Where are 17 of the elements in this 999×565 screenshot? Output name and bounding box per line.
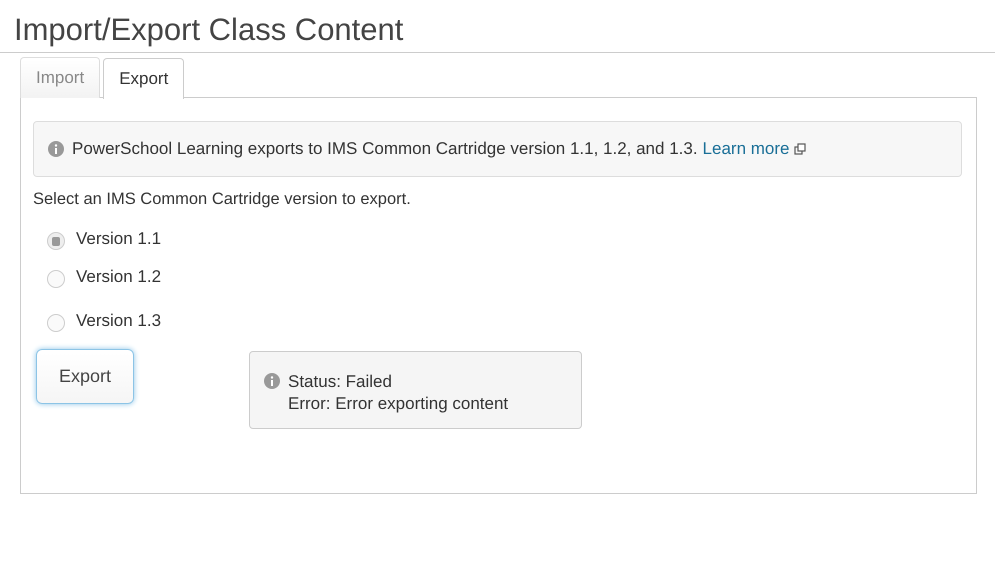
learn-more-link[interactable]: Learn more (702, 139, 790, 159)
export-button[interactable]: Export (36, 349, 134, 404)
radio-button[interactable] (47, 270, 65, 288)
info-icon (48, 141, 64, 157)
status-text: Status: Failed (288, 371, 393, 393)
instruction-text: Select an IMS Common Cartridge version to export. (33, 190, 412, 209)
info-icon (264, 373, 280, 389)
external-link-icon (794, 143, 806, 155)
radio-label: Version 1.3 (76, 311, 162, 331)
page-title: Import/Export Class Content (0, 0, 995, 53)
tab[interactable]: Export (103, 58, 184, 99)
status-text: Error: Error exporting content (288, 393, 508, 415)
radio-label: Version 1.1 (76, 229, 162, 249)
radio-button[interactable] (47, 232, 65, 250)
radio-button[interactable] (47, 314, 65, 332)
radio-label: Version 1.2 (76, 267, 162, 287)
info-text: PowerSchool Learning exports to IMS Common Cartridge version 1.1, 1.2, and 1.3. (72, 139, 698, 159)
